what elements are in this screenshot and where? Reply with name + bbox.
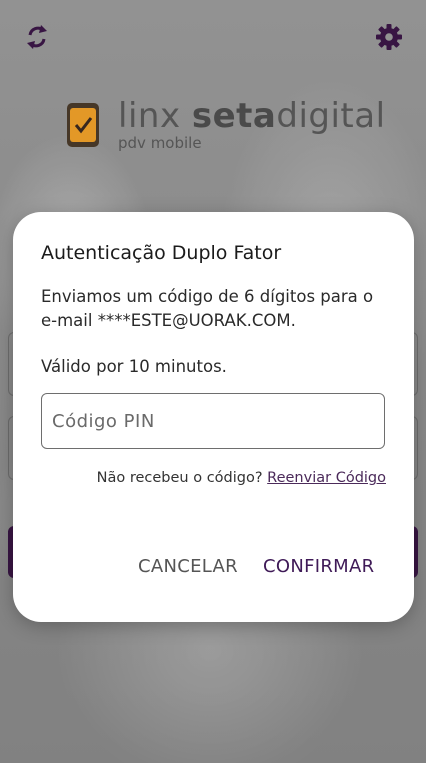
pin-input[interactable] [41,393,385,449]
cancel-button[interactable]: CANCELAR [136,552,240,581]
resend-row: Não recebeu o código? Reenviar Código [97,470,386,486]
resend-prompt: Não recebeu o código? [96,470,263,486]
validity-text: Válido por 10 minutos. [41,357,227,376]
resend-code-link[interactable]: Reenviar Código [267,470,386,486]
dialog-message: Enviamos um código de 6 dígitos para o e… [41,287,374,330]
two-factor-dialog: Autenticação Duplo Fator Enviamos um cód… [13,212,414,622]
confirm-button[interactable]: CONFIRMAR [261,552,376,581]
dialog-title: Autenticação Duplo Fator [41,242,282,264]
